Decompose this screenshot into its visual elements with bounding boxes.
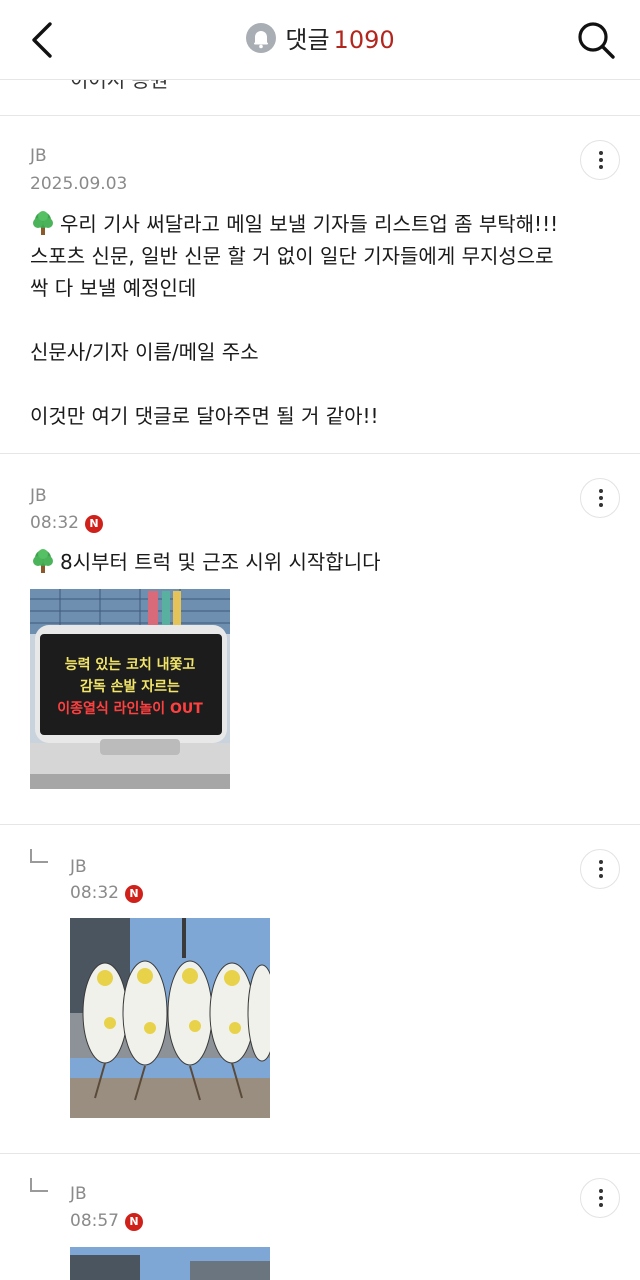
search-icon <box>578 22 615 59</box>
search-button[interactable] <box>574 18 618 62</box>
more-vertical-icon <box>599 151 603 171</box>
sign-line: 능력 있는 코치 내쫓고 <box>65 657 196 673</box>
comment-author: JB <box>30 486 47 506</box>
comment-item: JB 08:32 N 8시부터 트럭 및 근조 시위 시작합니다 능력 있는 코치… <box>0 454 640 824</box>
comment-item: JB 2025.09.03 우리 기사 써달라고 메일 보낼 기자들 리스트업 … <box>0 116 640 453</box>
reply-indicator-icon <box>30 849 48 863</box>
new-badge: N <box>125 885 143 903</box>
tree-emoji-icon <box>30 548 56 574</box>
title-label: 댓글 <box>285 26 330 54</box>
comment-count: 1090 <box>333 26 395 54</box>
comment-text: 8시부터 트럭 및 근조 시위 시작합니다 <box>30 546 610 578</box>
reply-item: JB 08:57 N <box>0 1154 640 1280</box>
funeral-wreaths-photo[interactable] <box>70 918 270 1118</box>
more-options-button[interactable] <box>580 140 620 180</box>
comment-date: 08:32 N <box>30 513 103 533</box>
bell-icon[interactable] <box>245 22 277 54</box>
tree-emoji-icon <box>30 210 56 236</box>
comment-date: 08:57 N <box>70 1211 143 1231</box>
comment-author: JB <box>30 146 47 166</box>
top-bar: 댓글 1090 <box>0 0 640 80</box>
new-badge: N <box>125 1213 143 1231</box>
sign-line: 이종열식 라인놀이 OUT <box>57 700 203 717</box>
truck-led-sign-photo[interactable]: 능력 있는 코치 내쫓고 감독 손발 자르는 이종열식 라인놀이 OUT <box>30 589 230 789</box>
comment-date: 2025.09.03 <box>30 174 128 194</box>
building-photo[interactable] <box>70 1247 270 1280</box>
comment-author: JB <box>70 1184 87 1204</box>
sign-line: 감독 손발 자르는 <box>80 678 180 695</box>
more-vertical-icon <box>599 1189 603 1209</box>
more-vertical-icon <box>599 489 603 509</box>
reply-indicator-icon <box>30 1178 48 1192</box>
more-options-button[interactable] <box>580 1178 620 1218</box>
more-options-button[interactable] <box>580 849 620 889</box>
comment-text: 우리 기사 써달라고 메일 보낼 기자들 리스트업 좀 부탁해!!! 스포츠 신… <box>30 210 559 428</box>
page-title: 댓글 1090 <box>0 22 640 58</box>
comment-author: JB <box>70 857 87 877</box>
more-vertical-icon <box>599 860 603 880</box>
more-options-button[interactable] <box>580 478 620 518</box>
new-badge: N <box>85 515 103 533</box>
reply-item: JB 08:32 N <box>0 825 640 1153</box>
comment-date: 08:32 N <box>70 883 143 903</box>
